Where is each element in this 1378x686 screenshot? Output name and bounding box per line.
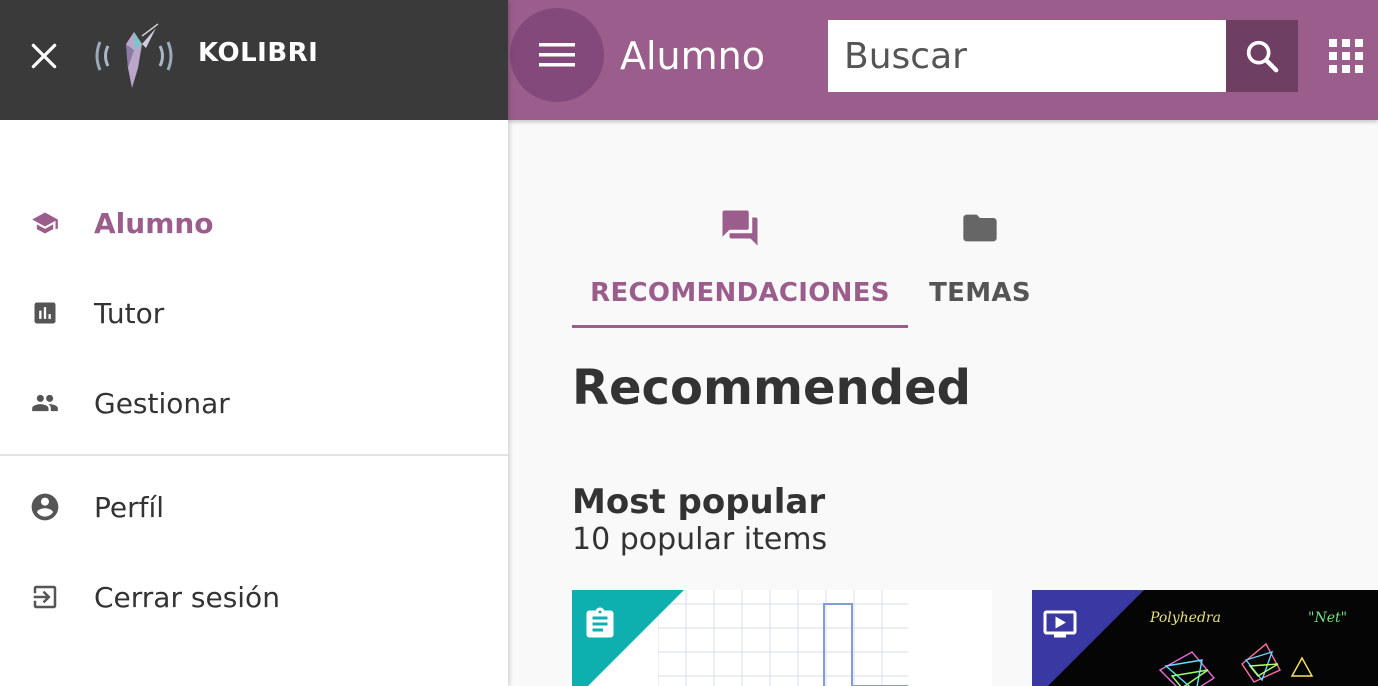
content-card-exercise[interactable] — [572, 590, 992, 686]
card-thumbnail — [658, 590, 908, 686]
school-icon — [28, 206, 62, 240]
close-icon — [31, 43, 57, 69]
tab-bar: RECOMENDACIONES TEMAS — [572, 200, 1052, 328]
page-title: Alumno — [620, 34, 765, 78]
hamburger-icon — [539, 43, 575, 67]
tab-temas[interactable]: TEMAS — [908, 200, 1052, 328]
thumbnail-text: "Net" — [1308, 610, 1348, 626]
page-heading: Recommended — [572, 360, 971, 416]
menu-button[interactable] — [510, 8, 604, 102]
app-bar: Alumno — [508, 0, 1378, 120]
nav-item-tutor[interactable]: Tutor — [0, 268, 508, 358]
nav-item-label: Tutor — [94, 296, 165, 330]
nav-item-label: Alumno — [94, 206, 214, 240]
main-content: RECOMENDACIONES TEMAS Recommended Most p… — [508, 120, 1378, 686]
assignment-icon — [586, 607, 614, 638]
kolibri-logo-icon — [95, 23, 173, 88]
side-nav-list: Alumno Tutor Gestionar Perfíl Cerrar ses… — [0, 120, 508, 642]
video-icon — [1043, 610, 1077, 638]
nav-item-cerrar-sesion[interactable]: Cerrar sesión — [0, 552, 508, 642]
section-subtitle: 10 popular items — [572, 522, 828, 557]
nav-divider — [0, 454, 508, 456]
nav-item-perfil[interactable]: Perfíl — [0, 462, 508, 552]
section-title: Most popular — [572, 482, 826, 522]
forum-icon — [718, 206, 762, 250]
search-button[interactable] — [1226, 20, 1298, 92]
nav-item-gestionar[interactable]: Gestionar — [0, 358, 508, 448]
apps-grid-icon — [1329, 39, 1363, 73]
nav-item-label: Perfíl — [94, 490, 165, 524]
close-nav-button[interactable] — [24, 36, 64, 76]
tab-label: RECOMENDACIONES — [590, 278, 890, 308]
account-circle-icon — [28, 490, 62, 524]
search-icon — [1246, 40, 1279, 73]
brand-name: KOLIBRI — [198, 38, 319, 68]
content-card-video[interactable]: Polyhedra "Net" — [1032, 590, 1378, 686]
nav-item-label: Gestionar — [94, 386, 230, 420]
tab-label: TEMAS — [929, 278, 1031, 308]
logout-icon — [28, 580, 62, 614]
thumbnail-text: Polyhedra — [1150, 610, 1221, 626]
nav-item-alumno[interactable]: Alumno — [0, 178, 508, 268]
apps-button[interactable] — [1326, 36, 1366, 76]
folder-icon — [958, 206, 1002, 250]
nav-item-label: Cerrar sesión — [94, 580, 280, 614]
bar-chart-icon — [28, 296, 62, 330]
side-nav-header: KOLIBRI — [0, 0, 508, 120]
card-thumbnail — [1158, 642, 1314, 686]
tab-recomendaciones[interactable]: RECOMENDACIONES — [572, 200, 908, 328]
people-icon — [28, 386, 62, 420]
search-input[interactable] — [828, 20, 1226, 92]
side-nav: KOLIBRI Alumno Tutor Gestionar Perfíl Ce… — [0, 0, 508, 686]
